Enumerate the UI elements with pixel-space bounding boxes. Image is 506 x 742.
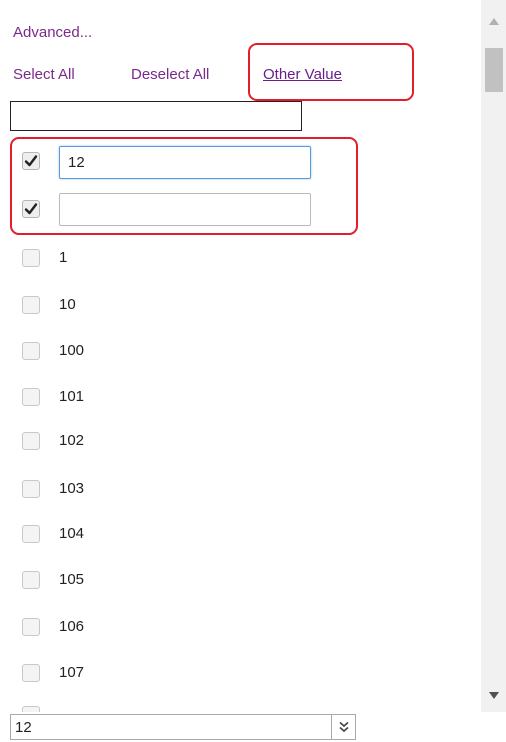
custom-row-1-checkbox[interactable] [22,152,40,170]
item-label: 102 [59,432,85,449]
checkmark-icon [24,155,38,167]
item-checkbox[interactable] [22,571,40,589]
advanced-link[interactable]: Advanced... [13,24,92,41]
vertical-scrollbar[interactable] [481,0,506,712]
item-label: 10 [59,296,76,313]
item-checkbox[interactable] [22,342,40,360]
deselect-all-link[interactable]: Deselect All [131,66,209,83]
selected-value-input[interactable] [10,714,332,740]
item-label: 1 [59,249,68,266]
item-checkbox[interactable] [22,664,40,682]
item-checkbox[interactable] [22,525,40,543]
scroll-down-button[interactable] [481,684,506,706]
item-checkbox[interactable] [22,296,40,314]
double-chevron-down-icon [338,721,349,733]
triangle-down-icon [488,691,499,699]
item-checkbox[interactable] [22,706,40,712]
select-all-link[interactable]: Select All [13,66,75,83]
item-checkbox[interactable] [22,249,40,267]
checkmark-icon [24,203,38,215]
custom-value-input-2[interactable] [59,193,311,226]
value-selector-panel: Advanced... Select All Deselect All Othe… [0,0,506,712]
item-label: 106 [59,618,85,635]
custom-value-input-1[interactable] [59,146,311,179]
item-label: 107 [59,664,85,681]
expand-dropdown-button[interactable] [332,714,356,740]
item-label: 101 [59,388,85,405]
item-checkbox[interactable] [22,480,40,498]
item-checkbox[interactable] [22,618,40,636]
item-label: 100 [59,342,85,359]
item-checkbox[interactable] [22,388,40,406]
item-checkbox[interactable] [22,432,40,450]
item-label: 103 [59,480,85,497]
triangle-up-icon [488,17,499,25]
item-label: 105 [59,571,85,588]
partial-list-item [0,694,481,712]
filter-input[interactable] [10,101,302,131]
custom-row-2-checkbox[interactable] [22,200,40,218]
scroll-up-button[interactable] [481,10,506,32]
scroll-thumb[interactable] [485,48,503,92]
item-label: 104 [59,525,85,542]
other-value-link[interactable]: Other Value [263,66,342,83]
